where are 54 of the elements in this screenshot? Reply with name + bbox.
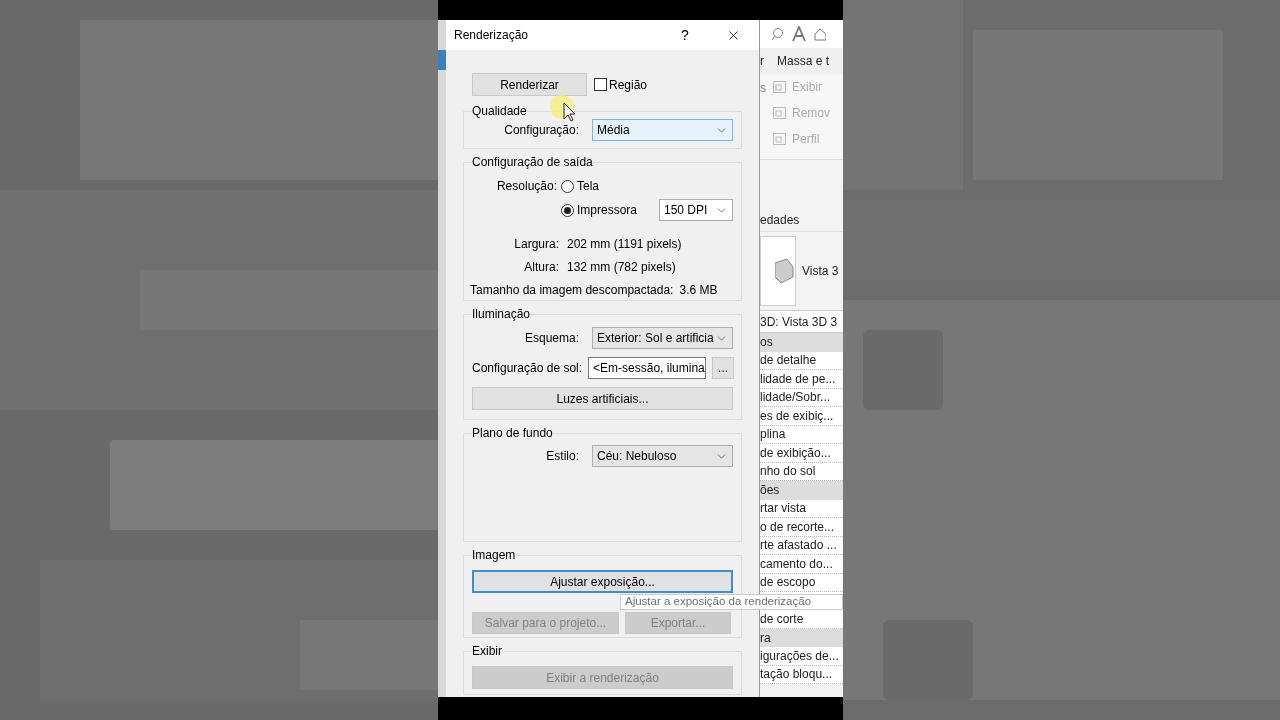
- radio-button[interactable]: [561, 179, 574, 193]
- property-row: o de recorte...: [760, 518, 843, 537]
- field-value: 202 mm (1191 pixels): [567, 235, 682, 253]
- radio-label: Impressora: [577, 202, 639, 219]
- dpi-dropdown[interactable]: 150 DPI: [659, 199, 733, 221]
- property-row: de corte: [760, 610, 843, 629]
- property-row: camento do...: [760, 555, 843, 574]
- radio-label: Tela: [577, 178, 600, 195]
- style-dropdown[interactable]: Céu: Nebuloso: [592, 445, 733, 467]
- field-label: Esquema:: [524, 330, 579, 347]
- group-title: Configuração de saída: [472, 154, 593, 170]
- field-label: Resolução:: [495, 178, 558, 195]
- ribbon-tab[interactable]: r: [760, 52, 764, 70]
- ribbon-label: s: [760, 80, 767, 97]
- group-title: Imagem: [472, 547, 516, 563]
- help-button[interactable]: ?: [674, 24, 696, 46]
- field-value: 3.6 MB: [679, 281, 718, 299]
- field-value: 132 mm (782 pixels): [567, 258, 676, 276]
- cursor-icon: [550, 95, 576, 123]
- sun-field[interactable]: <Em-sessão, ilumina: [588, 357, 707, 379]
- view-icon: [772, 131, 788, 147]
- browse-button[interactable]: ...: [712, 357, 735, 379]
- view-icon: [772, 105, 788, 121]
- field-label: Configuração:: [504, 122, 579, 139]
- window-title: Renderização: [454, 27, 530, 44]
- ribbon-tab[interactable]: Massa e t: [777, 52, 830, 70]
- checkbox-label: Região: [609, 76, 648, 94]
- field-label: Estilo:: [546, 448, 579, 465]
- group-title: Qualidade: [472, 103, 527, 119]
- quality-dropdown[interactable]: Média: [592, 119, 733, 141]
- view-selector[interactable]: 3D: Vista 3D 3: [760, 310, 843, 333]
- property-row: es de exibiç...: [760, 407, 843, 426]
- view-icon: [772, 79, 788, 95]
- scheme-dropdown[interactable]: Exterior: Sol e artificia: [592, 327, 733, 349]
- checkbox[interactable]: [594, 78, 607, 91]
- artificial-lights-button[interactable]: Luzes artificiais...: [472, 387, 733, 410]
- panel-title: edades: [760, 211, 800, 229]
- property-row: igurações de...: [760, 647, 843, 666]
- radio-button[interactable]: [561, 203, 574, 217]
- property-row: de exibição...: [760, 444, 843, 463]
- property-group[interactable]: ões: [760, 481, 843, 500]
- group-title: Iluminação: [472, 306, 531, 322]
- property-row: lidade de pe...: [760, 370, 843, 389]
- render-button[interactable]: Renderizar: [472, 73, 587, 96]
- field-label: Tamanho da imagem descompactada:: [470, 281, 674, 299]
- type-name: Vista 3: [802, 263, 839, 280]
- text-icon: [792, 26, 806, 42]
- field-label: Altura:: [523, 258, 559, 276]
- property-group[interactable]: os: [760, 333, 843, 352]
- field-label: Configuração de sol:: [472, 360, 583, 377]
- exposure-button[interactable]: Ajustar exposição...: [472, 570, 733, 593]
- house-icon: [814, 27, 826, 41]
- tooltip: Ajustar a exposição da renderização: [620, 594, 843, 610]
- field-label: Largura:: [513, 235, 559, 253]
